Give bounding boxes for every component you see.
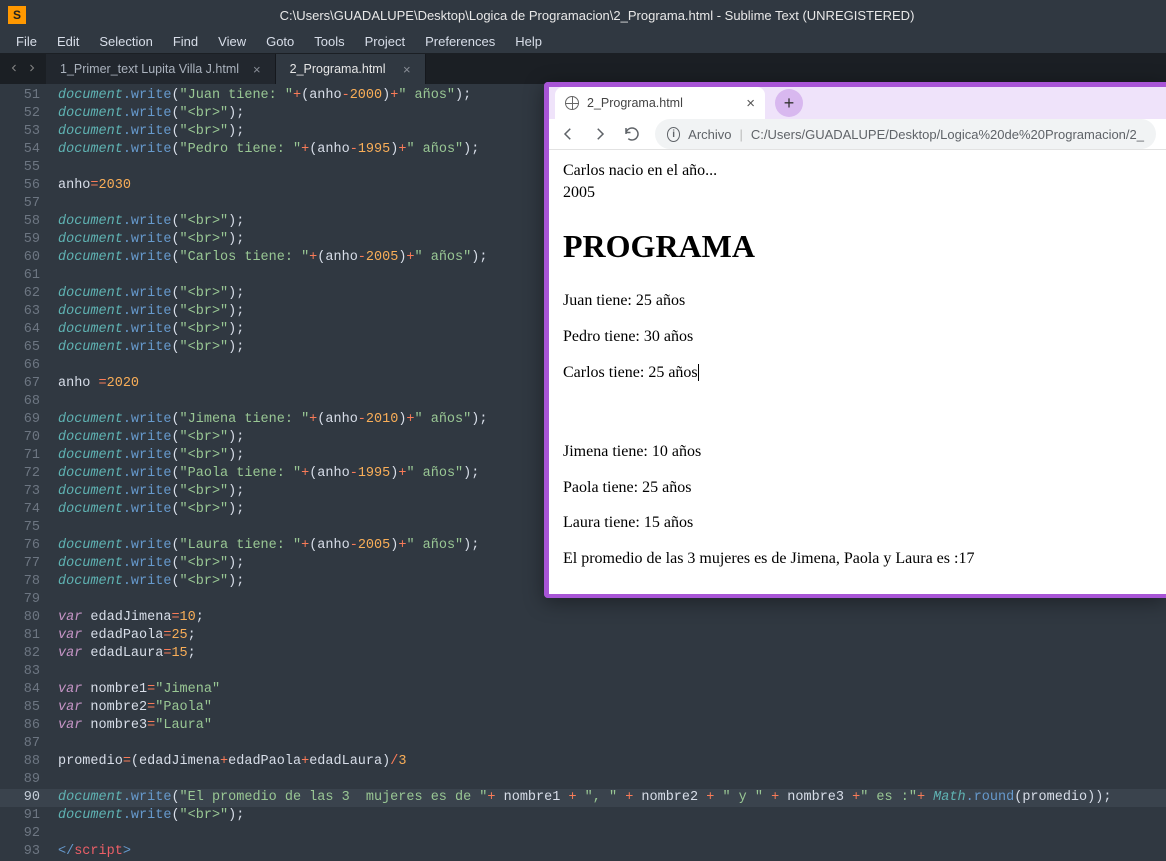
close-icon[interactable]: × (239, 62, 261, 77)
page-text: 2005 (563, 182, 1152, 204)
line-gutter: 5152535455565758596061626364656667686970… (0, 84, 50, 840)
menu-file[interactable]: File (6, 31, 47, 52)
url-path: C:/Users/GUADALUPE/Desktop/Logica%20de%2… (751, 127, 1144, 142)
page-heading: PROGRAMA (563, 225, 1152, 268)
menu-project[interactable]: Project (355, 31, 415, 52)
menu-selection[interactable]: Selection (89, 31, 162, 52)
window-titlebar: S C:\Users\GUADALUPE\Desktop\Logica de P… (0, 0, 1166, 30)
menubar: File Edit Selection Find View Goto Tools… (0, 30, 1166, 54)
browser-tabstrip: 2_Programa.html × + (549, 87, 1166, 119)
tab-file-1[interactable]: 1_Primer_text Lupita Villa J.html × (46, 54, 276, 84)
tab-forward-icon[interactable] (26, 62, 38, 77)
globe-icon (565, 96, 579, 110)
menu-find[interactable]: Find (163, 31, 208, 52)
tab-nav (6, 54, 46, 84)
address-bar[interactable]: i Archivo | C:/Users/GUADALUPE/Desktop/L… (655, 119, 1156, 149)
reload-button[interactable] (623, 125, 641, 143)
browser-tab-title: 2_Programa.html (587, 96, 683, 110)
window-title: C:\Users\GUADALUPE\Desktop\Logica de Pro… (36, 8, 1158, 23)
new-tab-button[interactable]: + (775, 89, 803, 117)
chrome-window: 2_Programa.html × + i Archivo | C:/Users… (544, 82, 1166, 598)
page-text: Juan tiene: 25 años (563, 290, 1152, 312)
info-icon: i (667, 127, 680, 142)
menu-view[interactable]: View (208, 31, 256, 52)
page-text: Laura tiene: 15 años (563, 512, 1152, 534)
url-scheme: Archivo (688, 127, 731, 142)
page-text: Carlos tiene: 25 años (563, 362, 1152, 384)
tabbar: 1_Primer_text Lupita Villa J.html × 2_Pr… (0, 54, 1166, 84)
back-button[interactable] (559, 125, 577, 143)
tab-back-icon[interactable] (8, 62, 20, 77)
tab-file-2[interactable]: 2_Programa.html × (276, 54, 426, 84)
close-icon[interactable]: × (389, 62, 411, 77)
page-text: El promedio de las 3 mujeres es de Jimen… (563, 548, 1152, 570)
browser-viewport: Carlos nacio en el año... 2005 PROGRAMA … (549, 150, 1166, 594)
browser-toolbar: i Archivo | C:/Users/GUADALUPE/Desktop/L… (549, 119, 1166, 150)
page-text: Jimena tiene: 10 años (563, 441, 1152, 463)
forward-button[interactable] (591, 125, 609, 143)
tab-label: 2_Programa.html (290, 62, 386, 76)
menu-preferences[interactable]: Preferences (415, 31, 505, 52)
menu-edit[interactable]: Edit (47, 31, 89, 52)
page-text: Pedro tiene: 30 años (563, 326, 1152, 348)
close-icon[interactable]: × (746, 95, 755, 112)
menu-help[interactable]: Help (505, 31, 552, 52)
menu-goto[interactable]: Goto (256, 31, 304, 52)
browser-tab[interactable]: 2_Programa.html × (555, 87, 765, 119)
page-text: Paola tiene: 25 años (563, 477, 1152, 499)
app-logo-icon: S (8, 6, 26, 24)
tab-label: 1_Primer_text Lupita Villa J.html (60, 62, 239, 76)
menu-tools[interactable]: Tools (304, 31, 354, 52)
page-text: Carlos nacio en el año... (563, 160, 1152, 182)
